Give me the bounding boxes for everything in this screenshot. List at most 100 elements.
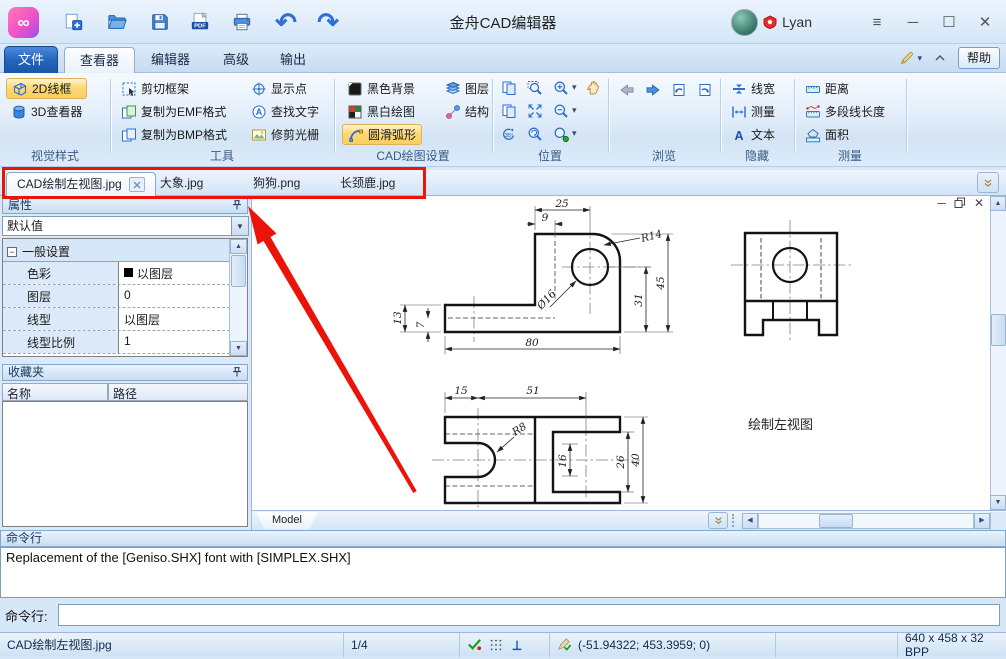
- command-input-row: 命令行:: [0, 602, 1006, 628]
- rotate-35-button[interactable]: [498, 123, 520, 144]
- ribbon-item-structure[interactable]: 结构: [440, 101, 494, 122]
- zoom-window-button[interactable]: [524, 77, 546, 98]
- zoom-out-button[interactable]: [550, 100, 572, 121]
- preset-dropdown-arrow-icon[interactable]: ▼: [232, 216, 249, 236]
- ortho-icon[interactable]: [510, 638, 524, 652]
- ribbon-item-text-toggle[interactable]: 文本: [726, 124, 780, 145]
- model-tab[interactable]: Model: [256, 512, 318, 530]
- redo-button[interactable]: ↷: [314, 8, 342, 36]
- status-coordinates: (-51.94322; 453.3959; 0): [578, 638, 710, 652]
- tabbar-chevron-button[interactable]: [977, 172, 999, 193]
- minimize-button[interactable]: ─: [902, 14, 924, 31]
- tab-output[interactable]: 输出: [265, 47, 321, 73]
- scrollbar-thumb[interactable]: [991, 314, 1006, 346]
- ribbon-item-line-width[interactable]: 线宽: [726, 78, 780, 99]
- ribbon-item-clip-frame[interactable]: 剪切框架: [116, 78, 232, 99]
- ribbon-item-layers[interactable]: 图层: [440, 78, 494, 99]
- pages-button[interactable]: [498, 77, 520, 98]
- ribbon-item-polyline-length[interactable]: 多段线长度: [800, 101, 890, 122]
- open-file-button[interactable]: [103, 8, 131, 36]
- doc-tab-dog[interactable]: 狗狗.png: [243, 172, 310, 196]
- ribbon-item-show-points[interactable]: 显示点: [246, 78, 324, 99]
- grid-snap-icon[interactable]: [489, 638, 503, 652]
- copy-view-button[interactable]: [498, 100, 520, 121]
- layout-chevron-button[interactable]: [708, 512, 728, 529]
- tab-viewer[interactable]: 查看器: [64, 47, 135, 73]
- scroll-down-icon[interactable]: ▼: [990, 495, 1006, 510]
- pin-icon[interactable]: [230, 365, 244, 379]
- splitter-grip[interactable]: [732, 514, 738, 527]
- zoom-in-dropdown[interactable]: ▾: [572, 82, 577, 93]
- scroll-up-icon[interactable]: ▲: [230, 239, 247, 254]
- close-tab-icon[interactable]: [129, 177, 145, 192]
- pan-button[interactable]: [582, 77, 604, 98]
- rotate-page-ccw-button[interactable]: [668, 79, 690, 100]
- rotate-page-cw-button[interactable]: [694, 79, 716, 100]
- scroll-up-icon[interactable]: ▲: [990, 196, 1006, 211]
- zoom-extents-button[interactable]: [524, 100, 546, 121]
- nav-back-button[interactable]: [616, 79, 638, 100]
- ribbon-item-measure-toggle[interactable]: 测量: [726, 101, 780, 122]
- property-row-linetype-scale[interactable]: 线型比例 1: [3, 331, 230, 354]
- property-row-color[interactable]: 色彩 以图层: [3, 262, 230, 285]
- ribbon-item-distance[interactable]: 距离: [800, 78, 890, 99]
- help-button[interactable]: 帮助: [958, 47, 1000, 69]
- canvas-vertical-scrollbar[interactable]: ▲ ▼: [990, 196, 1006, 510]
- new-file-button[interactable]: [60, 8, 88, 36]
- canvas-horizontal-scrollbar[interactable]: [758, 513, 974, 529]
- property-preset-dropdown[interactable]: 默认值: [2, 216, 232, 236]
- export-pdf-button[interactable]: [186, 8, 214, 36]
- doc-tab-giraffe[interactable]: 长颈鹿.jpg: [330, 172, 405, 196]
- ribbon-item-black-background[interactable]: 黑色背景: [342, 78, 422, 99]
- command-input[interactable]: [58, 604, 1000, 626]
- zoom-rotate-button[interactable]: [524, 123, 546, 144]
- user-account[interactable]: Lyan: [731, 9, 812, 36]
- menu-icon[interactable]: ≡: [866, 14, 888, 31]
- scroll-down-icon[interactable]: ▼: [230, 341, 247, 356]
- tab-editor[interactable]: 编辑器: [136, 47, 205, 73]
- ribbon-item-copy-as-emf[interactable]: 复制为EMF格式: [116, 101, 232, 122]
- collapse-ribbon-icon[interactable]: [932, 50, 948, 66]
- command-log[interactable]: Replacement of the [Geniso.SHX] font wit…: [0, 547, 1006, 598]
- zoom-in-button[interactable]: [550, 77, 572, 98]
- scroll-right-icon[interactable]: ▶: [974, 513, 990, 529]
- doc-tab-cad-left-view[interactable]: CAD绘制左视图.jpg: [6, 172, 156, 196]
- ribbon-item-2d-wireframe[interactable]: 2D线框: [6, 78, 87, 99]
- ribbon-item-find-text[interactable]: 查找文字: [246, 101, 324, 122]
- spellcheck-icon[interactable]: [467, 637, 482, 652]
- zoom-out-dropdown[interactable]: ▾: [572, 105, 577, 116]
- property-group-row[interactable]: − 一般设置: [3, 239, 230, 262]
- file-menu-button[interactable]: 文件: [4, 46, 58, 73]
- zoom-selection-button[interactable]: [550, 123, 572, 144]
- favorites-list[interactable]: [2, 401, 248, 527]
- property-grid: − 一般设置 色彩 以图层 图层 0 线型 以图层 线型比例 1 ▲: [2, 238, 248, 357]
- ribbon-item-area[interactable]: 面积: [800, 124, 890, 145]
- draft-check-icon[interactable]: [557, 637, 572, 652]
- save-button[interactable]: [146, 8, 174, 36]
- pin-icon[interactable]: [230, 198, 244, 212]
- ribbon-item-trim-raster[interactable]: 修剪光栅: [246, 124, 324, 145]
- ribbon-item-3d-viewer[interactable]: 3D查看器: [6, 101, 87, 122]
- ribbon-item-smooth-arc[interactable]: 圆滑弧形: [342, 124, 422, 145]
- scrollbar-thumb[interactable]: [231, 255, 246, 287]
- tab-advanced[interactable]: 高级: [208, 47, 264, 73]
- favorites-column-name[interactable]: 名称: [2, 383, 108, 401]
- print-button[interactable]: [228, 8, 256, 36]
- scroll-left-icon[interactable]: ◀: [742, 513, 758, 529]
- quick-edit-dropdown[interactable]: ▾: [899, 50, 922, 66]
- property-row-linetype[interactable]: 线型 以图层: [3, 308, 230, 331]
- drawing-area[interactable]: ─ ✕: [252, 196, 1006, 530]
- collapse-tree-icon[interactable]: −: [7, 247, 17, 257]
- favorites-column-path[interactable]: 路径: [108, 383, 248, 401]
- nav-forward-button[interactable]: [642, 79, 664, 100]
- property-row-layer[interactable]: 图层 0: [3, 285, 230, 308]
- scrollbar-thumb[interactable]: [819, 514, 853, 528]
- property-grid-scrollbar[interactable]: ▲ ▼: [229, 239, 247, 356]
- maximize-button[interactable]: ☐: [938, 13, 960, 31]
- close-button[interactable]: ✕: [974, 13, 996, 31]
- ribbon-item-copy-as-bmp[interactable]: 复制为BMP格式: [116, 124, 232, 145]
- doc-tab-elephant[interactable]: 大象.jpg: [150, 172, 213, 196]
- ribbon-item-bw-drawing[interactable]: 黑白绘图: [342, 101, 422, 122]
- zoom-selection-dropdown[interactable]: ▾: [572, 128, 577, 139]
- undo-button[interactable]: ↶: [272, 8, 300, 36]
